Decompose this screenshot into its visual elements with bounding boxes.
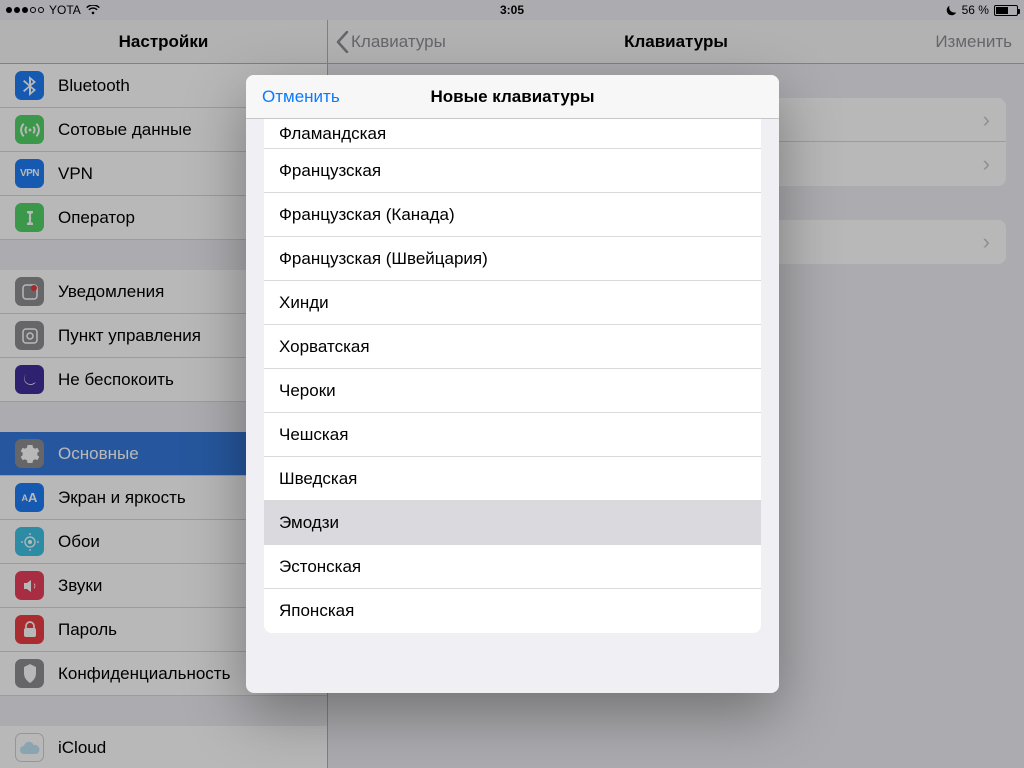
cancel-button[interactable]: Отменить xyxy=(262,87,340,107)
keyboard-option[interactable]: Французская xyxy=(264,149,761,193)
keyboard-option-selected[interactable]: Эмодзи xyxy=(264,501,761,545)
keyboard-option[interactable]: Японская xyxy=(264,589,761,633)
keyboard-option[interactable]: Чешская xyxy=(264,413,761,457)
keyboard-option[interactable]: Хорватская xyxy=(264,325,761,369)
keyboard-option[interactable]: Шведская xyxy=(264,457,761,501)
modal-navbar: Отменить Новые клавиатуры xyxy=(246,75,779,119)
keyboard-option[interactable]: Французская (Швейцария) xyxy=(264,237,761,281)
keyboard-option[interactable]: Эстонская xyxy=(264,545,761,589)
keyboard-option[interactable]: Французская (Канада) xyxy=(264,193,761,237)
keyboard-option[interactable]: Фламандская xyxy=(264,119,761,149)
keyboard-option[interactable]: Хинди xyxy=(264,281,761,325)
keyboard-option[interactable]: Чероки xyxy=(264,369,761,413)
keyboard-options-list: Фламандская Французская Французская (Кан… xyxy=(264,119,761,633)
modal-title: Новые клавиатуры xyxy=(430,87,594,107)
add-keyboard-modal: Отменить Новые клавиатуры Фламандская Фр… xyxy=(246,75,779,693)
